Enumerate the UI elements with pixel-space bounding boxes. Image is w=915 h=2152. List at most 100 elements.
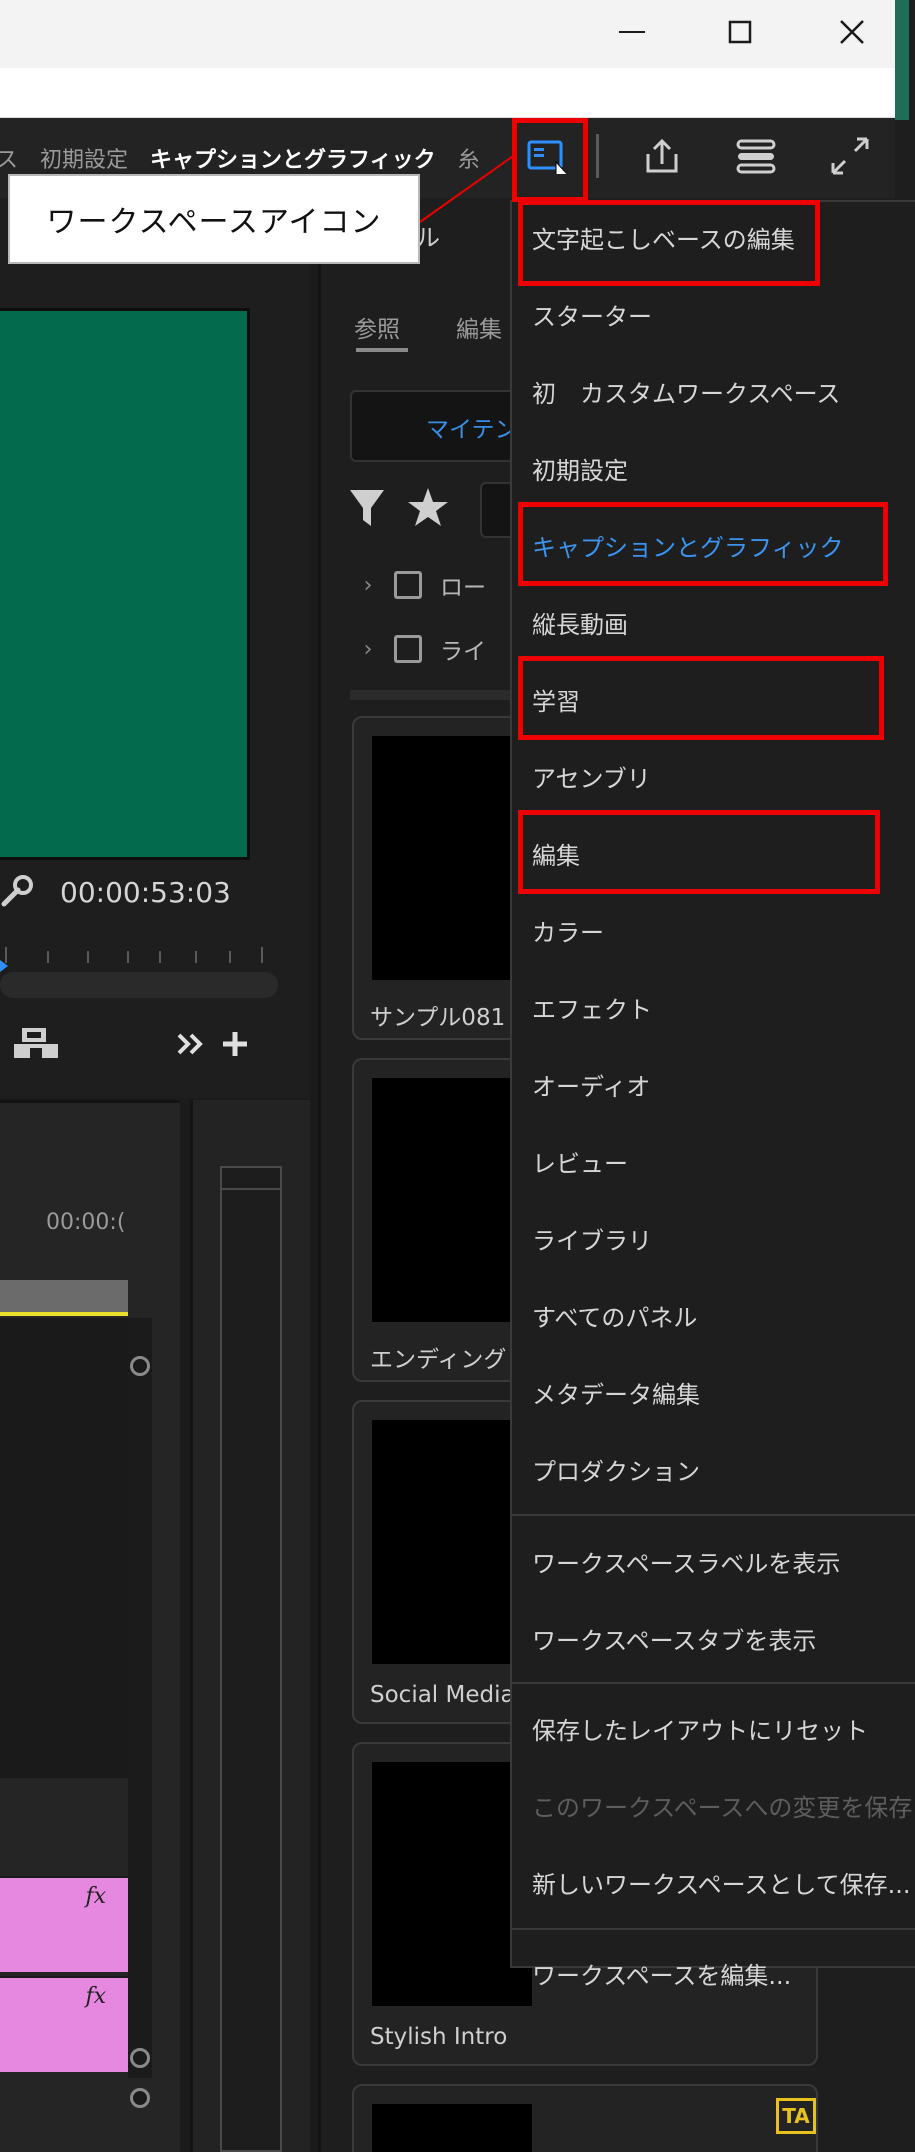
template-thumbnail <box>372 736 532 980</box>
workspace-tab-active[interactable]: キャプションとグラフィック <box>150 142 436 174</box>
star-icon[interactable] <box>406 486 450 530</box>
audio-meter-header <box>220 1166 282 1190</box>
template-thumbnail <box>372 1420 532 1664</box>
maximize-button[interactable] <box>710 12 770 52</box>
address-bar <box>0 68 895 118</box>
filter-icon[interactable] <box>348 486 388 530</box>
close-button[interactable] <box>822 12 882 52</box>
template-thumbnail <box>372 1078 532 1322</box>
plus-icon <box>223 1032 247 1056</box>
highlight-box <box>518 200 820 286</box>
double-chevron-icon <box>177 1033 203 1055</box>
menu-item[interactable]: エフェクト <box>532 990 652 1025</box>
template-name: エンディング <box>370 1347 507 1373</box>
settings-wrench-button[interactable] <box>0 874 34 908</box>
chevron-right-icon[interactable]: › <box>350 637 386 662</box>
tab-browse[interactable]: 参照 <box>354 310 400 344</box>
menu-item[interactable]: 初 カスタムワークスペース <box>532 374 840 409</box>
workspace-tab[interactable]: 初期設定 <box>40 142 128 174</box>
highlight-box-workspace-icon <box>512 118 588 202</box>
template-name: Stylish Intro <box>370 2024 508 2050</box>
timeline-work-area <box>0 1280 128 1314</box>
template-thumbnail <box>372 1762 532 2006</box>
highlight-box <box>518 810 880 894</box>
maximize-icon <box>728 20 752 44</box>
fx-badge: fx <box>85 1984 106 2009</box>
annotation-callout: ワークスペースアイコン <box>8 174 420 264</box>
fullscreen-button[interactable] <box>826 132 874 180</box>
header-separator <box>596 134 599 178</box>
more-controls-button[interactable] <box>176 1024 206 1064</box>
menu-item[interactable]: カラー <box>532 913 604 948</box>
workspace-tabs: ス 初期設定 キャプションとグラフィック 糸 <box>0 140 502 176</box>
template-card[interactable]: TA <box>352 2084 818 2152</box>
fx-badge: fx <box>85 1884 106 1909</box>
menu-item[interactable]: オーディオ <box>532 1067 650 1102</box>
checkbox[interactable] <box>394 571 422 599</box>
timeline-clip[interactable]: fx <box>0 1876 128 1972</box>
quick-settings-button[interactable] <box>732 132 780 180</box>
template-source-value: マイテン <box>426 417 518 443</box>
scroll-handle[interactable] <box>130 2048 150 2068</box>
workspace-tab[interactable]: ス <box>0 142 18 174</box>
template-thumbnail <box>372 2104 532 2152</box>
menu-item[interactable]: アセンブリ <box>532 759 651 794</box>
workspace-tab[interactable]: 糸 <box>458 142 480 174</box>
menu-item[interactable]: 新しいワークスペースとして保存... <box>532 1865 911 1900</box>
menu-item[interactable]: スターター <box>532 297 652 332</box>
menu-item[interactable]: 縦長動画 <box>532 605 628 640</box>
minimize-icon <box>619 31 645 33</box>
timeline-track-area <box>0 1318 128 1778</box>
menu-item[interactable]: プロダクション <box>532 1452 700 1487</box>
menu-item[interactable]: 初期設定 <box>532 451 628 486</box>
menu-item[interactable]: ワークスペースを編集... <box>532 1956 791 1991</box>
timeline-time-label: 00:00:( <box>46 1210 126 1235</box>
highlight-box <box>518 502 888 586</box>
chevron-right-icon[interactable]: › <box>350 573 386 598</box>
menu-item[interactable]: ライブラリ <box>532 1221 652 1256</box>
window-edge-accent <box>895 0 909 120</box>
close-icon <box>840 20 864 44</box>
folder-label: ライ <box>440 639 486 665</box>
active-tab-underline <box>356 348 408 352</box>
callout-text: ワークスペースアイコン <box>46 205 382 240</box>
scroll-handle[interactable] <box>130 1356 150 1376</box>
playhead-timecode: 00:00:53:03 <box>60 876 231 909</box>
menu-item-disabled: このワークスペースへの変更を保存 <box>532 1794 913 1822</box>
menu-separator <box>512 1928 915 1930</box>
wrench-icon <box>1 875 33 907</box>
quick-settings-icon <box>736 139 776 174</box>
fullscreen-icon <box>831 137 869 175</box>
checkbox[interactable] <box>394 635 422 663</box>
folder-label: ロー <box>440 575 486 601</box>
export-frame-button[interactable] <box>12 1024 60 1064</box>
tab-edit[interactable]: 編集 <box>456 310 502 344</box>
menu-item[interactable]: メタデータ編集 <box>532 1375 700 1410</box>
template-name: サンプル081 <box>370 1005 506 1031</box>
menu-item[interactable]: ワークスペースタブを表示 <box>532 1621 816 1656</box>
menu-item[interactable]: すべてのパネル <box>532 1298 697 1333</box>
menu-item[interactable]: 保存したレイアウトにリセット <box>532 1711 868 1746</box>
minimize-button[interactable] <box>602 12 662 52</box>
menu-item[interactable]: レビュー <box>532 1144 628 1179</box>
template-name: Social Media <box>370 1682 515 1708</box>
menu-item[interactable]: ワークスペースラベルを表示 <box>532 1544 840 1579</box>
add-control-button[interactable] <box>220 1024 250 1064</box>
menu-separator <box>512 1682 915 1684</box>
share-icon <box>646 138 678 173</box>
time-ruler <box>5 947 263 963</box>
timeline-scrollbar[interactable] <box>128 1318 152 2078</box>
menu-separator <box>512 1514 915 1516</box>
playhead-marker <box>0 960 8 972</box>
timeline-render-bar <box>0 1312 128 1316</box>
zoom-scrollbar[interactable] <box>0 972 278 998</box>
scroll-handle[interactable] <box>130 2088 150 2108</box>
highlight-box <box>518 656 884 740</box>
panel-divider <box>350 690 510 700</box>
audio-meter <box>220 1166 282 2152</box>
export-frame-icon <box>14 1028 58 1058</box>
timeline-clip[interactable]: fx <box>0 1976 128 2072</box>
share-button[interactable] <box>638 132 686 180</box>
program-monitor-video <box>0 308 250 860</box>
text-template-badge: TA <box>776 2098 816 2134</box>
